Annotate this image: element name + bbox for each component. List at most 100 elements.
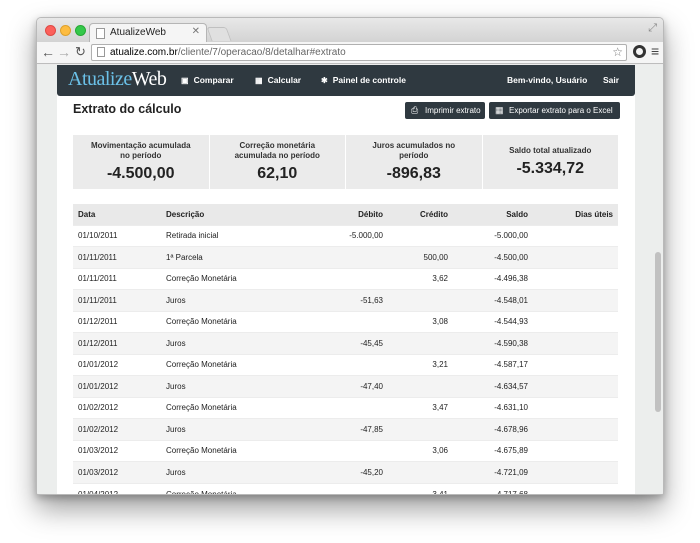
reload-icon[interactable]: ↻	[75, 43, 86, 61]
cell-debito: -51,63	[303, 289, 388, 311]
extension-icon[interactable]	[633, 45, 646, 58]
cell-debito	[303, 267, 388, 290]
stat-value: 62,10	[257, 165, 298, 182]
page-title: Extrato do cálculo	[73, 102, 182, 116]
cell-credito	[388, 461, 453, 483]
cell-descricao: Juros	[161, 461, 303, 483]
stat-juros: Juros acumulados no período -896,83	[346, 135, 482, 189]
export-excel-label: Exportar extrato para o Excel	[509, 106, 613, 115]
table-row: 01/03/2012 Juros -45,20 -4.721,09	[73, 461, 618, 483]
cell-saldo: -4.544,93	[453, 310, 533, 333]
table-body: 01/10/2011 Retirada inicial -5.000,00 -5.00…	[73, 224, 618, 494]
cell-saldo: -4.496,38	[453, 267, 533, 290]
browser-toolbar: ← → ↻ atualize.com.br/cliente/7/operacao…	[37, 42, 663, 64]
atualizeweb-logo[interactable]: AtualizeWeb	[68, 68, 167, 91]
nav-calcular-label: Calcular	[267, 75, 302, 85]
cell-debito	[303, 246, 388, 268]
nav-sair[interactable]: Sair	[603, 75, 619, 85]
url-host: atualize.com.br	[110, 47, 178, 58]
gear-icon: ✱	[321, 76, 328, 85]
export-excel-button[interactable]: ▦ Exportar extrato para o Excel	[489, 102, 620, 119]
nav-calcular[interactable]: ▦ Calcular	[255, 75, 301, 85]
logo-atualize: Atualize	[68, 68, 132, 90]
cell-data: 01/01/2012	[73, 353, 161, 376]
nav-comparar-label: Comparar	[193, 75, 234, 85]
nav-painel-de-controle[interactable]: ✱ Painel de controle	[321, 75, 406, 85]
close-tab-icon[interactable]: ✕	[192, 26, 200, 37]
cell-saldo: -4.634,57	[453, 375, 533, 397]
stat-label: Correção monetária acumulada no período	[234, 141, 320, 160]
header-debito: Débito	[303, 204, 388, 225]
cell-data: 01/04/2012	[73, 482, 161, 494]
cell-credito	[388, 375, 453, 397]
table-row: 01/11/2011 Juros -51,63 -4.548,01	[73, 289, 618, 311]
stat-movimentacao: Movimentação acumulada no período -4.500…	[73, 135, 209, 189]
cell-descricao: 1ª Parcela	[161, 246, 303, 268]
cell-dias	[533, 310, 618, 333]
new-tab-button[interactable]	[206, 27, 232, 41]
address-bar[interactable]: atualize.com.br/cliente/7/operacao/8/det…	[91, 44, 627, 61]
fullscreen-icon[interactable]: ⤢	[648, 22, 657, 35]
cell-saldo: -4.675,89	[453, 439, 533, 462]
cell-descricao: Juros	[161, 375, 303, 397]
bookmark-star-icon[interactable]: ☆	[612, 45, 623, 60]
nav-painel-label: Painel de controle	[332, 75, 406, 85]
page-icon	[97, 47, 105, 57]
header-credito: Crédito	[388, 204, 453, 225]
close-window-button[interactable]	[45, 25, 56, 36]
cell-data: 01/12/2011	[73, 310, 161, 333]
forward-arrow-icon[interactable]: →	[57, 43, 71, 61]
cell-data: 01/10/2011	[73, 224, 161, 247]
page-favicon-icon	[96, 28, 105, 39]
page-viewport: AtualizeWeb ▣ Comparar ▦ Calcular ✱ Painel …	[37, 65, 663, 494]
cell-credito	[388, 289, 453, 311]
table-row: 01/02/2012 Juros -47,85 -4.678,96	[73, 418, 618, 440]
cell-saldo: -4.721,09	[453, 461, 533, 483]
cell-credito: 3,47	[388, 396, 453, 419]
nav-user-welcome[interactable]: Bem-vindo, Usuário	[507, 75, 587, 85]
header-data: Data	[73, 204, 161, 225]
cell-descricao: Juros	[161, 289, 303, 311]
cell-debito: -45,45	[303, 332, 388, 354]
table-row: 01/01/2012 Correção Monetária 3,21 -4.587,1…	[73, 353, 618, 376]
print-statement-label: Imprimir extrato	[425, 106, 481, 115]
table-row: 01/02/2012 Correção Monetária 3,47 -4.631,1…	[73, 396, 618, 419]
minimize-window-button[interactable]	[60, 25, 71, 36]
cell-dias	[533, 246, 618, 268]
cell-credito: 500,00	[388, 246, 453, 268]
hamburger-menu-icon[interactable]: ≡	[651, 43, 659, 59]
cell-descricao: Correção Monetária	[161, 267, 303, 290]
nav-comparar[interactable]: ▣ Comparar	[181, 75, 234, 85]
cell-dias	[533, 439, 618, 462]
cell-debito	[303, 482, 388, 494]
cell-data: 01/11/2011	[73, 246, 161, 268]
cell-saldo: -4.590,38	[453, 332, 533, 354]
cell-debito	[303, 396, 388, 419]
cell-credito: 3,41	[388, 482, 453, 494]
url-path: /cliente/7/operacao/8/detalhar#extrato	[177, 47, 346, 58]
stat-value: -4.500,00	[106, 165, 175, 182]
cell-dias	[533, 353, 618, 376]
table-row: 01/10/2011 Retirada inicial -5.000,00 -5.00…	[73, 224, 618, 247]
print-icon: ⎙	[411, 105, 419, 115]
cell-data: 01/03/2012	[73, 461, 161, 483]
grid-icon: ▦	[495, 105, 504, 115]
back-arrow-icon[interactable]: ←	[41, 43, 55, 61]
cell-debito: -45,20	[303, 461, 388, 483]
maximize-window-button[interactable]	[75, 25, 86, 36]
print-statement-button[interactable]: ⎙ Imprimir extrato	[405, 102, 485, 119]
cell-saldo: -4.678,96	[453, 418, 533, 440]
cell-credito: 3,62	[388, 267, 453, 290]
stat-label: Movimentação acumulada no período	[90, 141, 191, 160]
cell-debito	[303, 310, 388, 333]
cell-data: 01/11/2011	[73, 289, 161, 311]
stat-value: -5.334,72	[516, 160, 585, 177]
cell-descricao: Correção Monetária	[161, 439, 303, 462]
cell-dias	[533, 375, 618, 397]
cell-dias	[533, 418, 618, 440]
browser-tab[interactable]: AtualizeWeb ✕	[89, 23, 207, 42]
table-row: 01/11/2011 Correção Monetária 3,62 -4.496,3…	[73, 267, 618, 290]
cell-debito	[303, 439, 388, 462]
cell-dias	[533, 461, 618, 483]
scrollbar-thumb[interactable]	[655, 252, 661, 412]
